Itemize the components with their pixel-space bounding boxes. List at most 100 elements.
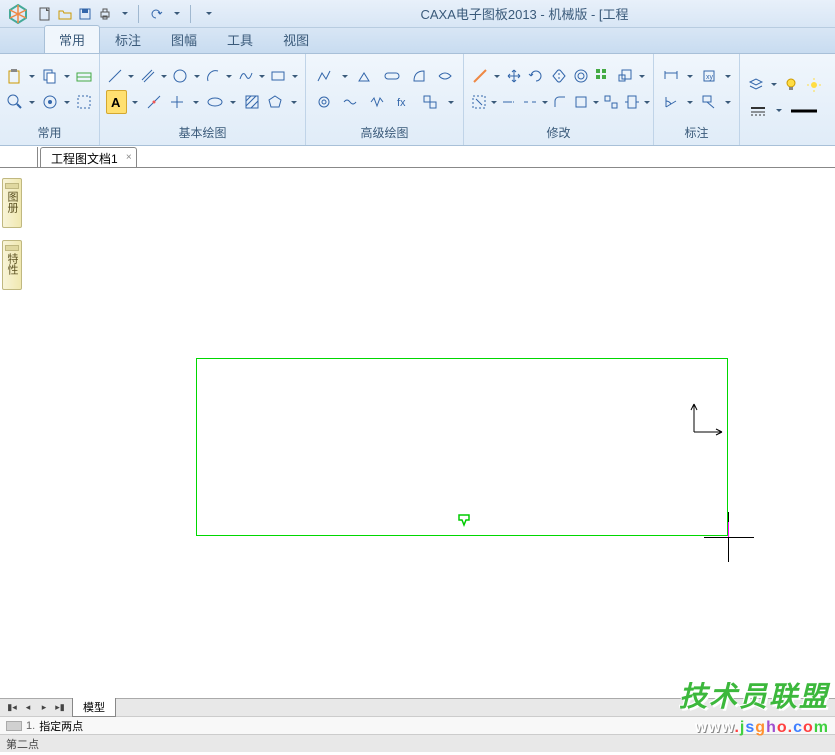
dim-angle-icon[interactable] [660, 90, 681, 114]
new-file-icon[interactable] [36, 5, 54, 23]
contour-icon[interactable] [353, 64, 377, 88]
formula-icon[interactable]: fx [392, 90, 416, 114]
point-dropdown[interactable] [191, 90, 201, 114]
linetype-icon[interactable] [746, 99, 770, 123]
region-icon[interactable] [433, 64, 457, 88]
scale-dropdown[interactable] [637, 64, 647, 88]
break-icon[interactable] [521, 90, 539, 114]
fillet-icon[interactable] [551, 90, 569, 114]
ellipse-dropdown[interactable] [228, 90, 238, 114]
pan-icon[interactable] [40, 90, 59, 114]
save-icon[interactable] [76, 5, 94, 23]
array-icon[interactable] [593, 64, 612, 88]
slot-icon[interactable] [380, 64, 404, 88]
drawing-canvas[interactable] [28, 168, 835, 698]
linetype-dropdown[interactable] [773, 99, 785, 123]
explode-icon[interactable] [602, 90, 620, 114]
text-icon[interactable]: A [106, 90, 127, 114]
arc-icon[interactable] [204, 64, 222, 88]
tab-common[interactable]: 常用 [44, 25, 100, 53]
layer-icon[interactable] [746, 73, 766, 97]
layer-dropdown[interactable] [769, 73, 779, 97]
circle-icon[interactable] [171, 64, 189, 88]
polyline-icon[interactable] [312, 64, 336, 88]
command-line[interactable]: 1. 指定两点 [0, 716, 835, 734]
parallel-line-icon[interactable] [139, 64, 157, 88]
scale-icon[interactable] [615, 64, 634, 88]
centerline-icon[interactable] [143, 90, 164, 114]
extend-icon[interactable] [500, 90, 518, 114]
move-icon[interactable] [505, 64, 524, 88]
boundary-icon[interactable] [407, 64, 431, 88]
pan-dropdown[interactable] [62, 90, 71, 114]
parallel-dropdown[interactable] [160, 64, 169, 88]
nav-first-icon[interactable]: ▮◂ [4, 701, 20, 715]
select-icon[interactable] [74, 90, 93, 114]
gear-icon[interactable] [312, 90, 336, 114]
nav-prev-icon[interactable]: ◂ [20, 701, 36, 715]
nav-next-icon[interactable]: ▸ [36, 701, 52, 715]
qat-dropdown[interactable] [116, 5, 134, 23]
app-logo[interactable] [4, 2, 32, 26]
document-tab[interactable]: 工程图文档1 × [40, 147, 137, 167]
bulb-icon[interactable] [782, 73, 802, 97]
polygon-dropdown[interactable] [289, 90, 299, 114]
copy-icon[interactable] [40, 64, 59, 88]
copy-dropdown[interactable] [62, 64, 71, 88]
print-icon[interactable] [96, 5, 114, 23]
cut-icon[interactable] [74, 64, 93, 88]
angle-dropdown[interactable] [684, 90, 695, 114]
tab-annotate[interactable]: 标注 [100, 25, 156, 53]
arc-dropdown[interactable] [225, 64, 234, 88]
trim-dropdown[interactable] [491, 90, 497, 114]
paste-dropdown[interactable] [28, 64, 37, 88]
dim-linear-icon[interactable] [660, 64, 681, 88]
leader-dropdown[interactable] [722, 90, 733, 114]
side-panel-library[interactable]: 图册 [2, 178, 22, 228]
polygon-icon[interactable] [265, 90, 286, 114]
dim-leader-icon[interactable] [698, 90, 719, 114]
polyline-dropdown[interactable] [339, 64, 351, 88]
undo-icon[interactable] [148, 5, 166, 23]
rotate-icon[interactable] [527, 64, 546, 88]
properties-icon[interactable] [470, 64, 489, 88]
point-icon[interactable] [167, 90, 188, 114]
line-icon[interactable] [106, 64, 124, 88]
sheet-tab-model[interactable]: 模型 [72, 698, 116, 717]
ellipse-icon[interactable] [204, 90, 225, 114]
dim-dropdown[interactable] [684, 64, 695, 88]
tab-view[interactable]: 视图 [268, 25, 324, 53]
chamfer-icon[interactable] [572, 90, 590, 114]
spline-dropdown[interactable] [258, 64, 267, 88]
break-dropdown[interactable] [542, 90, 548, 114]
nav-last-icon[interactable]: ▸▮ [52, 701, 68, 715]
block-icon[interactable] [419, 90, 443, 114]
hatch-icon[interactable] [241, 90, 262, 114]
qat-dropdown[interactable] [168, 5, 186, 23]
text-dropdown[interactable] [130, 90, 140, 114]
rectangle-icon[interactable] [269, 64, 287, 88]
stretch-dropdown[interactable] [644, 90, 650, 114]
offset-icon[interactable] [571, 64, 590, 88]
dim-coord-icon[interactable]: xy [698, 64, 719, 88]
side-panel-properties[interactable]: 特性 [2, 240, 22, 290]
circle-dropdown[interactable] [192, 64, 201, 88]
hole-icon[interactable] [339, 90, 363, 114]
block-dropdown[interactable] [445, 90, 457, 114]
coord-dropdown[interactable] [722, 64, 733, 88]
prop-dropdown[interactable] [492, 64, 502, 88]
sun-icon[interactable] [804, 73, 824, 97]
zoom-dropdown[interactable] [28, 90, 37, 114]
mirror-icon[interactable] [549, 64, 568, 88]
chamfer-dropdown[interactable] [593, 90, 599, 114]
wave-icon[interactable] [365, 90, 389, 114]
paste-icon[interactable] [6, 64, 25, 88]
tab-tools[interactable]: 工具 [212, 25, 268, 53]
tab-layout[interactable]: 图幅 [156, 25, 212, 53]
trim-icon[interactable] [470, 90, 488, 114]
qat-customize[interactable] [200, 5, 218, 23]
line-dropdown[interactable] [127, 64, 136, 88]
rect-dropdown[interactable] [290, 64, 299, 88]
spline-icon[interactable] [237, 64, 255, 88]
stretch-icon[interactable] [623, 90, 641, 114]
